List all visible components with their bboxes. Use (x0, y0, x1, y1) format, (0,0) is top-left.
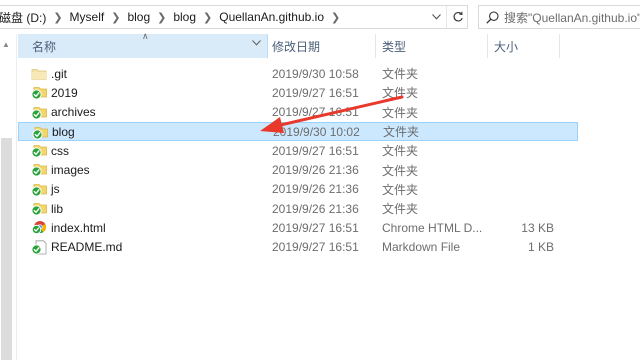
file-modified-date: 2019/9/27 16:51 (272, 85, 359, 100)
file-type: 文件夹 (382, 86, 419, 101)
breadcrumb-blog-1[interactable]: blog (123, 10, 154, 24)
file-modified-date: 2019/9/27 16:51 (272, 143, 359, 158)
breadcrumb-drive[interactable]: 磁盘 (D:) (0, 9, 50, 26)
file-row[interactable]: 2019 2019/9/27 16:51 文件夹 (18, 83, 578, 102)
sort-ascending-icon: ∧ (142, 31, 149, 41)
file-name: 2019 (51, 85, 78, 100)
chevron-right-icon[interactable]: ❯ (50, 11, 65, 24)
file-type: Markdown File (382, 240, 461, 255)
file-size: 13 KB (521, 221, 554, 236)
column-header-type[interactable]: 类型 (376, 34, 488, 58)
chevron-right-icon[interactable]: ❯ (108, 11, 123, 24)
chevron-right-icon[interactable]: ❯ (328, 11, 343, 24)
file-modified-date: 2019/9/30 10:02 (273, 124, 360, 139)
file-modified-date: 2019/9/27 16:51 (272, 221, 359, 236)
file-row[interactable]: js 2019/9/26 21:36 文件夹 (18, 180, 578, 199)
file-modified-date: 2019/9/30 10:58 (272, 66, 359, 81)
file-list: .git 2019/9/30 10:58 文件夹 2019 2019/9/27 16:5… (18, 64, 578, 257)
file-modified-date: 2019/9/27 16:51 (272, 240, 359, 255)
chevron-right-icon[interactable]: ❯ (200, 11, 215, 24)
address-toolbar: 磁盘 (D:) ❯ Myself ❯ blog ❯ blog ❯ Quellan… (0, 0, 640, 34)
chevron-down-icon (431, 14, 441, 20)
pane-divider[interactable] (16, 34, 17, 360)
file-type: 文件夹 (382, 202, 419, 217)
file-row[interactable]: README.md 2019/9/27 16:51 Markdown File 1 K… (18, 238, 578, 257)
column-header-name-label: 名称 (32, 39, 57, 54)
folder-plain-icon (31, 66, 47, 81)
file-row[interactable]: css 2019/9/27 16:51 文件夹 (18, 141, 578, 160)
breadcrumb-myself[interactable]: Myself (66, 10, 109, 24)
chrome-html-file-icon (31, 220, 47, 235)
file-type: 文件夹 (382, 144, 419, 159)
file-modified-date: 2019/9/26 21:36 (272, 163, 359, 178)
refresh-icon (453, 11, 463, 22)
file-name: css (51, 143, 69, 158)
folder-synced-icon (31, 143, 47, 158)
file-modified-date: 2019/9/27 16:51 (272, 105, 359, 120)
file-name: index.html (51, 221, 106, 236)
file-modified-date: 2019/9/26 21:36 (272, 201, 359, 216)
file-name: images (51, 163, 90, 178)
search-icon (483, 6, 501, 28)
folder-synced-icon (31, 182, 47, 197)
file-name: README.md (51, 240, 123, 255)
file-name: .git (51, 66, 68, 81)
file-modified-date: 2019/9/26 21:36 (272, 182, 359, 197)
file-type: 文件夹 (382, 163, 419, 178)
navigation-pane[interactable]: ▲ (0, 34, 14, 360)
breadcrumb: 磁盘 (D:) ❯ Myself ❯ blog ❯ blog ❯ Quellan… (0, 6, 343, 28)
file-type: 文件夹 (383, 125, 420, 140)
folder-synced-icon (31, 162, 47, 178)
breadcrumb-blog-2[interactable]: blog (169, 10, 200, 24)
scroll-up-arrow-icon[interactable]: ▲ (0, 38, 12, 50)
file-row[interactable]: index.html 2019/9/27 16:51 Chrome HTML D..… (18, 218, 578, 237)
column-header-size-label: 大小 (494, 39, 519, 54)
chevron-down-icon[interactable] (252, 40, 261, 46)
file-row[interactable]: images 2019/9/26 21:36 文件夹 (18, 160, 578, 179)
address-bar[interactable]: 磁盘 (D:) ❯ Myself ❯ blog ❯ blog ❯ Quellan… (0, 5, 468, 29)
file-type: Chrome HTML D... (382, 221, 483, 236)
column-header-date-label: 修改日期 (272, 39, 321, 54)
file-type: 文件夹 (382, 105, 419, 120)
folder-synced-icon (32, 125, 48, 140)
folder-synced-icon (31, 85, 47, 100)
refresh-button[interactable] (446, 6, 468, 28)
file-row[interactable]: blog 2019/9/30 10:02 文件夹 (18, 121, 578, 142)
markdown-file-synced-icon (31, 240, 47, 255)
column-header-size[interactable]: 大小 (488, 34, 560, 58)
file-name: lib (51, 201, 64, 216)
file-row[interactable]: .git 2019/9/30 10:58 文件夹 (18, 64, 578, 83)
folder-synced-icon (31, 201, 47, 216)
search-box[interactable]: 搜索"QuellanAn.github.io" (478, 5, 640, 29)
file-size: 1 KB (527, 240, 554, 255)
column-header-type-label: 类型 (382, 39, 407, 54)
search-input[interactable]: 搜索"QuellanAn.github.io" (501, 9, 640, 26)
file-row[interactable]: lib 2019/9/26 21:36 文件夹 (18, 199, 578, 218)
column-header-row: ∧ 名称 修改日期 类型 大小 (18, 31, 640, 58)
file-name: blog (52, 124, 75, 139)
folder-synced-icon (31, 105, 47, 120)
file-name: js (51, 182, 60, 197)
file-name: archives (51, 105, 96, 120)
address-history-dropdown[interactable] (427, 6, 445, 28)
breadcrumb-current-folder[interactable]: QuellanAn.github.io (215, 10, 328, 24)
column-header-name[interactable]: ∧ 名称 (18, 31, 268, 58)
navigation-pane-scrollbar[interactable] (1, 138, 12, 360)
file-type: 文件夹 (382, 182, 419, 197)
column-header-date[interactable]: 修改日期 (268, 34, 376, 58)
file-row[interactable]: archives 2019/9/27 16:51 文件夹 (18, 103, 578, 122)
file-type: 文件夹 (382, 67, 419, 82)
chevron-right-icon[interactable]: ❯ (154, 11, 169, 24)
